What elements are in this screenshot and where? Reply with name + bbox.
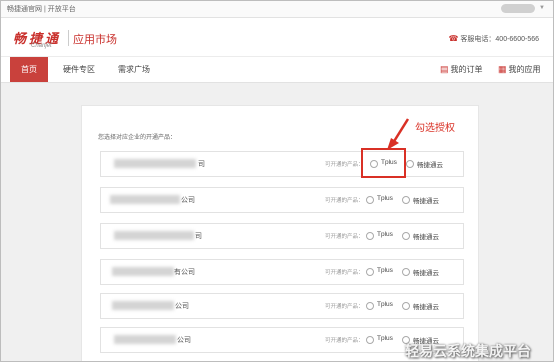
company-name-suffix: 公司	[177, 337, 191, 344]
radio-tplus[interactable]	[366, 232, 374, 240]
tab-hardware[interactable]: 硬件专区	[63, 57, 95, 82]
my-orders-label: 我的订单	[450, 65, 483, 74]
option-tplus-label[interactable]: Tplus	[377, 231, 393, 238]
company-name-blurred	[114, 335, 176, 344]
radio-tplus[interactable]	[366, 336, 374, 344]
option-tplus-label[interactable]: Tplus	[377, 195, 393, 202]
annotation-highlight-box	[361, 148, 406, 178]
company-row: 有公司 可开通的产品： Tplus 畅捷通云	[100, 259, 464, 285]
radio-tplus[interactable]	[366, 196, 374, 204]
company-name-blurred	[112, 267, 174, 276]
company-row: 司 可开通的产品： Tplus 畅捷通云	[100, 223, 464, 249]
main-nav: 首页 硬件专区 需求广场 ▤ 我的订单 ▦ 我的应用	[1, 56, 553, 83]
radio-chanjet-cloud[interactable]	[402, 196, 410, 204]
tab-home[interactable]: 首页	[10, 57, 48, 82]
app-market-title: 应用市场	[73, 34, 117, 46]
my-orders-link[interactable]: ▤ 我的订单	[440, 57, 483, 82]
orders-icon: ▤	[440, 64, 449, 74]
available-products-label: 可开通的产品：	[325, 198, 364, 204]
radio-chanjet-cloud[interactable]	[402, 302, 410, 310]
available-products-label: 可开通的产品：	[325, 338, 364, 344]
company-name-blurred	[112, 301, 174, 310]
available-products-label: 可开通的产品：	[325, 304, 364, 310]
radio-chanjet-cloud[interactable]	[402, 268, 410, 276]
my-apps-link[interactable]: ▦ 我的应用	[498, 57, 541, 82]
available-products-label: 可开通的产品：	[325, 270, 364, 276]
radio-chanjet-cloud[interactable]	[406, 160, 414, 168]
company-name-blurred	[110, 195, 180, 204]
company-row: 公司 可开通的产品： Tplus 畅捷通云	[100, 187, 464, 213]
my-apps-label: 我的应用	[508, 65, 541, 74]
option-chanjet-cloud-label[interactable]: 畅捷通云	[413, 195, 439, 205]
option-tplus-label[interactable]: Tplus	[377, 267, 393, 274]
radio-chanjet-cloud[interactable]	[402, 232, 410, 240]
browser-window: 畅捷通官网 | 开放平台 ▼ 畅捷通 Chanjet 应用市场 ☎ 客服电话：40…	[0, 0, 554, 362]
annotation-label: 勾选授权	[415, 123, 455, 134]
company-row: 司 可开通的产品： Tplus 畅捷通云	[100, 151, 464, 177]
tab-demand-square[interactable]: 需求广场	[118, 57, 150, 82]
option-chanjet-cloud-label[interactable]: 畅捷通云	[413, 267, 439, 277]
radio-tplus[interactable]	[366, 302, 374, 310]
site-header: 畅捷通 Chanjet 应用市场 ☎ 客服电话：400-6600-566	[1, 18, 553, 56]
option-tplus-label[interactable]: Tplus	[377, 301, 393, 308]
company-name-blurred	[114, 231, 194, 240]
company-name-suffix: 司	[195, 233, 202, 240]
company-name-suffix: 司	[198, 161, 205, 168]
option-chanjet-cloud-label[interactable]: 畅捷通云	[413, 301, 439, 311]
available-products-label: 可开通的产品：	[325, 234, 364, 240]
annotation-arrow-icon	[387, 118, 410, 150]
logo-divider	[68, 30, 69, 46]
company-name-blurred	[114, 159, 196, 168]
user-name-blurred[interactable]	[501, 4, 535, 13]
radio-tplus[interactable]	[366, 268, 374, 276]
logo-subtitle: Chanjet	[31, 43, 52, 49]
topbar-links[interactable]: 畅捷通官网 | 开放平台	[7, 4, 76, 14]
phone-icon: ☎	[448, 34, 459, 43]
phone-label: 客服电话：400-6600-566	[460, 36, 539, 43]
top-utility-bar: 畅捷通官网 | 开放平台 ▼	[1, 1, 553, 18]
option-chanjet-cloud-label[interactable]: 畅捷通云	[413, 231, 439, 241]
company-name-suffix: 有公司	[174, 269, 195, 276]
option-tplus-label[interactable]: Tplus	[377, 335, 393, 342]
available-products-label: 可开通的产品：	[325, 162, 364, 168]
company-name-suffix: 公司	[181, 197, 195, 204]
chevron-down-icon[interactable]: ▼	[539, 5, 545, 11]
option-chanjet-cloud-label[interactable]: 畅捷通云	[417, 159, 443, 169]
instruction-text: 您选择对应企业的开通产品：	[98, 135, 177, 141]
company-row: 公司 可开通的产品： Tplus 畅捷通云	[100, 293, 464, 319]
service-phone: ☎ 客服电话：400-6600-566	[448, 34, 539, 44]
apps-icon: ▦	[498, 64, 507, 74]
watermark-text: 轻易云系统集成平台	[405, 343, 531, 359]
company-name-suffix: 公司	[175, 303, 189, 310]
